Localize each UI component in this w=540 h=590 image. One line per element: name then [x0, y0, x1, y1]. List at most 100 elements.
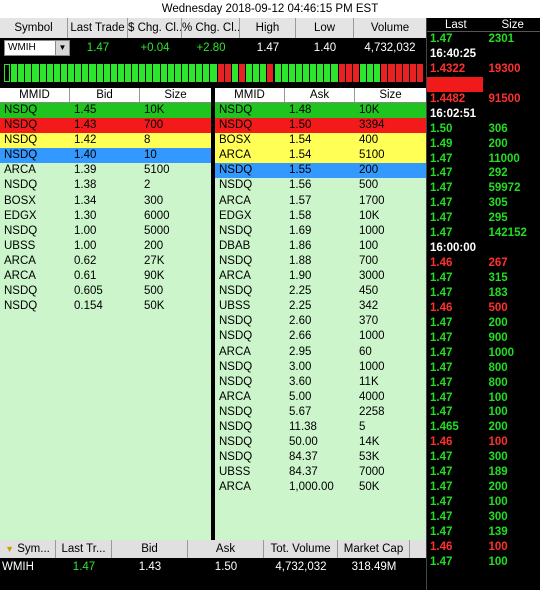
bid-price: 1.00 [74, 224, 97, 237]
ticker-segment [302, 64, 310, 82]
ticker-segment [345, 64, 352, 82]
bid-row[interactable]: ARCA 1.39 5100 [0, 163, 211, 178]
ask-row[interactable]: NSDQ 84.37 53K [215, 450, 426, 465]
ask-row[interactable]: NSDQ 2.66 1000 [215, 329, 426, 344]
bid-row[interactable]: BOSX 1.34 300 [0, 194, 211, 209]
bid-row[interactable]: ARCA 0.62 27K [0, 254, 211, 269]
watchlist-header-symbol[interactable]: ▼ Sym... [0, 540, 56, 558]
time-sales-size: 2301 [488, 33, 515, 45]
quote-header-volume[interactable]: Volume [354, 18, 426, 38]
bid-mmid: ARCA [4, 254, 36, 267]
ask-header-mmid[interactable]: MMID [215, 88, 285, 102]
ask-row[interactable]: UBSS 2.25 342 [215, 299, 426, 314]
bid-row[interactable]: NSDQ 1.38 2 [0, 178, 211, 193]
time-sales-header-last[interactable]: Last [427, 18, 484, 31]
watchlist-header-market-cap[interactable]: Market Cap [338, 540, 410, 558]
ask-price: 2.95 [289, 345, 312, 358]
quote-header-last-trade[interactable]: Last Trade [68, 18, 128, 38]
ask-row[interactable]: ARCA 1.90 3000 [215, 269, 426, 284]
ask-row[interactable]: NSDQ 3.00 1000 [215, 360, 426, 375]
time-sales-price: 1.465 [430, 421, 459, 434]
bid-row[interactable]: NSDQ 1.42 8 [0, 133, 211, 149]
bid-row[interactable]: NSDQ 1.43 700 [0, 118, 211, 134]
quote-header-high[interactable]: High [240, 18, 296, 38]
watchlist-header-bid[interactable]: Bid [112, 540, 188, 558]
ask-price: 2.25 [289, 300, 312, 313]
ask-row[interactable]: NSDQ 50.00 14K [215, 435, 426, 450]
ask-mmid: NSDQ [219, 179, 253, 192]
time-sales-size: 315 [488, 272, 508, 284]
quote-header-symbol[interactable]: Symbol [0, 18, 68, 38]
ask-price: 1.57 [289, 194, 312, 207]
ticker-segment [324, 64, 331, 82]
ask-header: MMID Ask Size [215, 88, 426, 103]
ask-price: 2.25 [289, 285, 312, 298]
time-sales-price [427, 76, 484, 92]
quote-header-chg[interactable]: $ Chg. Cl... [128, 18, 182, 38]
ask-row[interactable]: NSDQ 2.60 370 [215, 314, 426, 329]
ask-row[interactable]: NSDQ 1.55 200 [215, 163, 426, 179]
time-sales-size: 11000 [488, 152, 520, 165]
time-sales-size: 300 [488, 451, 508, 464]
ask-row[interactable]: NSDQ 2.25 450 [215, 284, 426, 299]
bid-header-mmid[interactable]: MMID [0, 88, 70, 102]
time-sales-row: 1.46 100 [427, 435, 540, 450]
ask-row[interactable]: ARCA 1,000.00 50K [215, 480, 426, 495]
time-sales-size: 100 [488, 540, 508, 553]
ask-row[interactable]: NSDQ 1.88 700 [215, 254, 426, 269]
bid-row[interactable]: NSDQ 1.00 5000 [0, 224, 211, 239]
ask-row[interactable]: DBAB 1.86 100 [215, 239, 426, 254]
bid-mmid: ARCA [4, 270, 36, 283]
bid-row[interactable]: NSDQ 0.154 50K [0, 299, 211, 314]
time-sales-size: 800 [488, 361, 508, 374]
ask-row[interactable]: ARCA 5.00 4000 [215, 390, 426, 405]
time-sales-price: 1.49 [430, 137, 453, 150]
ask-row[interactable]: NSDQ 1.69 1000 [215, 224, 426, 239]
time-sales-row: 1.47 300 [427, 510, 540, 525]
ticker-segment [153, 64, 160, 82]
bid-row[interactable]: ARCA 0.61 90K [0, 269, 211, 284]
watchlist-header-volume[interactable]: Tot. Volume [264, 540, 338, 558]
bid-mmid: NSDQ [4, 285, 38, 298]
bid-price: 0.154 [74, 300, 103, 313]
bid-header-price[interactable]: Bid [70, 88, 140, 102]
time-sales-row: 1.4482 91500 [427, 92, 540, 107]
ask-row[interactable]: NSDQ 1.48 10K [215, 103, 426, 119]
bid-header-size[interactable]: Size [140, 88, 211, 102]
time-sales-header-size[interactable]: Size [484, 18, 540, 31]
ask-row[interactable]: NSDQ 3.60 11K [215, 375, 426, 390]
ask-row[interactable]: EDGX 1.58 10K [215, 209, 426, 224]
time-sales-size: 19300 [488, 62, 521, 75]
ask-row[interactable]: ARCA 1.57 1700 [215, 194, 426, 209]
watchlist-header-ask[interactable]: Ask [188, 540, 264, 558]
ticker-segment [60, 64, 68, 82]
time-sales-price: 1.46 [430, 436, 453, 449]
symbol-input[interactable]: WMIH ▼ [4, 40, 70, 56]
watchlist-row[interactable]: WMIH 1.47 1.43 1.50 4,732,032 318.49M [0, 558, 426, 576]
time-sales-row: 1.47 189 [427, 465, 540, 480]
quote-header-pct-chg[interactable]: % Chg. Cl... [182, 18, 240, 38]
ticker-segment [110, 64, 117, 82]
bid-row[interactable]: UBSS 1.00 200 [0, 239, 211, 254]
bid-row[interactable]: NSDQ 0.605 500 [0, 284, 211, 299]
ask-header-price[interactable]: Ask [285, 88, 355, 102]
bid-mmid: NSDQ [4, 149, 38, 162]
ticker-segment [331, 64, 338, 82]
bid-row[interactable]: EDGX 1.30 6000 [0, 209, 211, 224]
bid-row[interactable]: NSDQ 1.45 10K [0, 103, 211, 119]
ask-row[interactable]: NSDQ 1.56 500 [215, 178, 426, 193]
ask-row[interactable]: ARCA 1.54 5100 [215, 148, 426, 164]
ask-row[interactable]: NSDQ 1.50 3394 [215, 118, 426, 134]
ask-row[interactable]: UBSS 84.37 7000 [215, 465, 426, 480]
ask-row[interactable]: BOSX 1.54 400 [215, 133, 426, 149]
watchlist-header-last[interactable]: Last Tr... [56, 540, 112, 558]
ask-row[interactable]: NSDQ 5.67 2258 [215, 405, 426, 420]
bid-row[interactable]: NSDQ 1.40 10 [0, 148, 211, 164]
ask-row[interactable]: NSDQ 11.38 5 [215, 420, 426, 435]
ask-header-size[interactable]: Size [355, 88, 426, 102]
ask-size: 370 [359, 315, 379, 328]
ask-price: 11.38 [289, 420, 317, 433]
ask-row[interactable]: ARCA 2.95 60 [215, 345, 426, 360]
quote-header-low[interactable]: Low [296, 18, 354, 38]
chevron-down-icon[interactable]: ▼ [55, 41, 69, 55]
